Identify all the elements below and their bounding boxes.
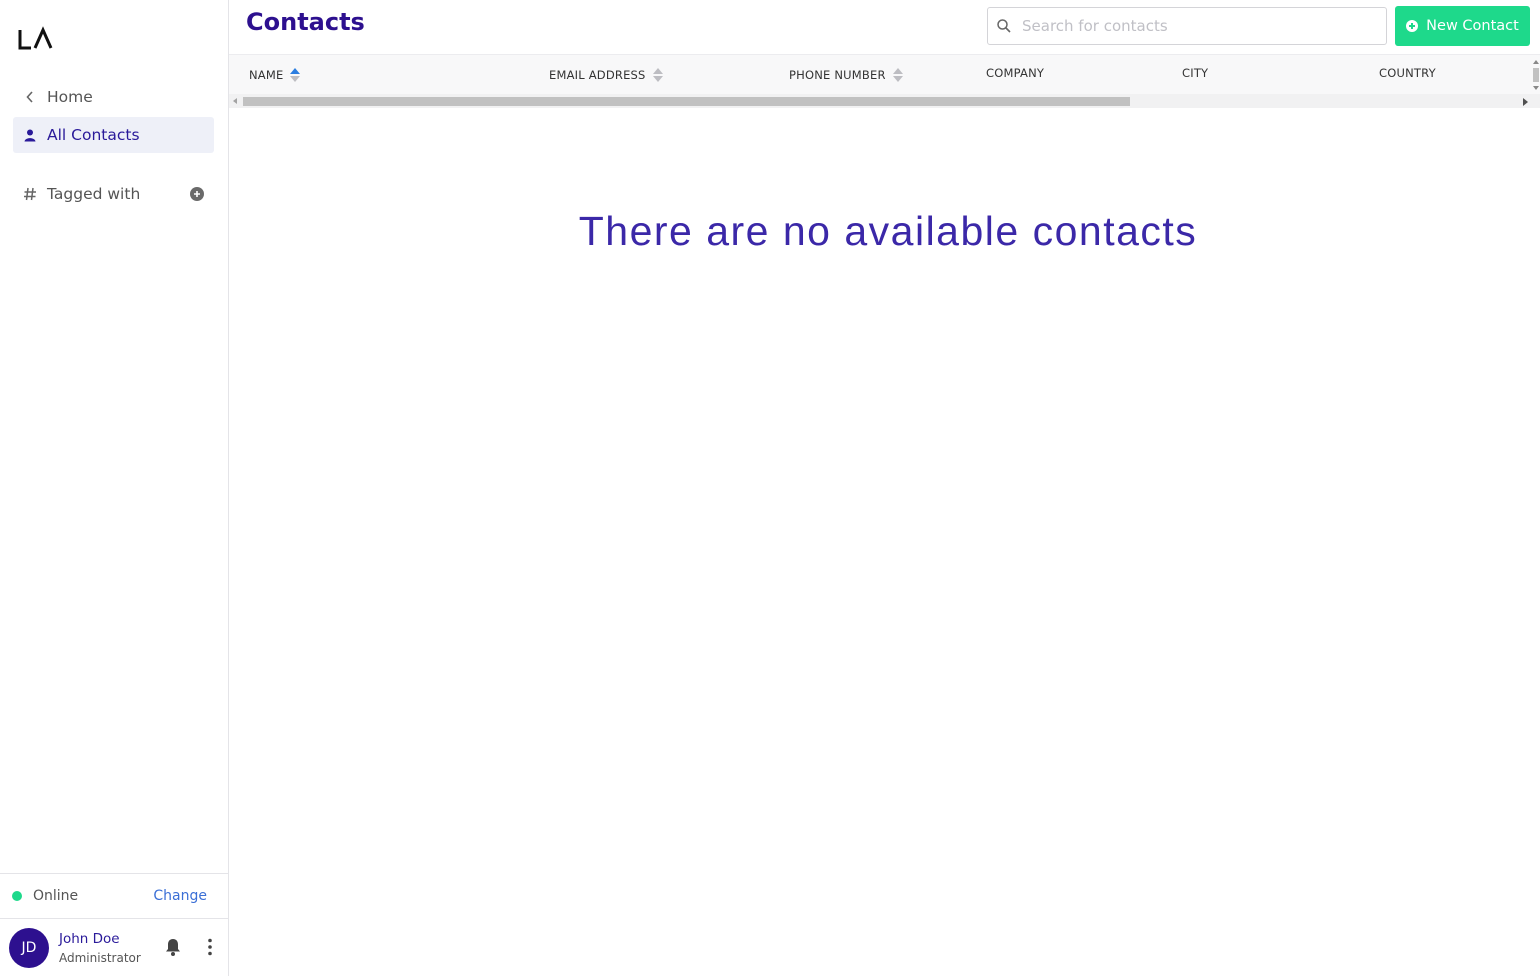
sidebar: Home All Contacts Tagged with Online Cha… <box>0 0 229 976</box>
column-label: CITY <box>1182 66 1209 80</box>
more-options-icon[interactable] <box>204 937 216 957</box>
sort-icon[interactable] <box>290 68 301 82</box>
scrollbar-thumb[interactable] <box>243 97 1130 106</box>
user-role: Administrator <box>59 950 141 965</box>
main-content: Contacts New Contact NAME EMAIL ADDRESS … <box>229 0 1540 976</box>
column-header-country: COUNTRY <box>1379 66 1436 80</box>
sidebar-item-label: All Contacts <box>47 126 140 144</box>
sidebar-item-all-contacts[interactable]: All Contacts <box>13 117 214 153</box>
vertical-scrollbar[interactable] <box>1532 58 1540 92</box>
bell-icon[interactable] <box>163 937 183 957</box>
status-label: Online <box>33 888 79 904</box>
column-header-name[interactable]: NAME <box>249 68 301 82</box>
user-name: John Doe <box>59 930 120 947</box>
user-info: John Doe Administrator <box>59 931 141 965</box>
sidebar-item-home[interactable]: Home <box>13 79 214 115</box>
new-contact-button[interactable]: New Contact <box>1395 6 1530 46</box>
column-header-company: COMPANY <box>986 66 1044 80</box>
sidebar-item-tagged-with[interactable]: Tagged with <box>13 176 214 212</box>
search-icon <box>997 19 1011 33</box>
column-label: NAME <box>249 68 284 82</box>
search-box[interactable] <box>987 7 1387 45</box>
user-bar: JD John Doe Administrator <box>0 919 228 976</box>
column-label: COMPANY <box>986 66 1045 80</box>
person-icon <box>21 126 39 144</box>
column-header-email[interactable]: EMAIL ADDRESS <box>549 68 663 82</box>
change-status-link[interactable]: Change <box>153 888 207 904</box>
add-tag-icon[interactable] <box>190 187 204 201</box>
column-header-phone[interactable]: PHONE NUMBER <box>789 68 903 82</box>
plus-circle-icon <box>1406 20 1419 32</box>
new-contact-label: New Contact <box>1426 18 1519 34</box>
empty-state-message: There are no available contacts <box>578 208 1198 254</box>
column-label: COUNTRY <box>1379 66 1436 80</box>
online-status-dot <box>12 891 22 901</box>
chevron-left-icon <box>21 88 39 106</box>
logo[interactable] <box>18 26 58 54</box>
sidebar-item-label: Tagged with <box>47 185 141 203</box>
status-bar: Online Change <box>0 873 228 919</box>
scroll-right-arrow-icon[interactable] <box>1523 98 1528 106</box>
search-input[interactable] <box>1022 17 1372 35</box>
column-header-city: CITY <box>1182 66 1208 80</box>
column-label: EMAIL ADDRESS <box>549 68 646 82</box>
hash-icon <box>21 185 39 203</box>
horizontal-scrollbar[interactable] <box>229 94 1540 108</box>
page-title: Contacts <box>246 8 365 36</box>
sidebar-item-label: Home <box>47 88 93 106</box>
sort-icon[interactable] <box>652 68 663 82</box>
avatar[interactable]: JD <box>9 927 49 968</box>
scroll-left-arrow-icon[interactable] <box>233 98 237 104</box>
column-label: PHONE NUMBER <box>789 68 886 82</box>
table-header: NAME EMAIL ADDRESS PHONE NUMBER COMPANY … <box>229 54 1540 94</box>
sort-icon[interactable] <box>892 68 903 82</box>
